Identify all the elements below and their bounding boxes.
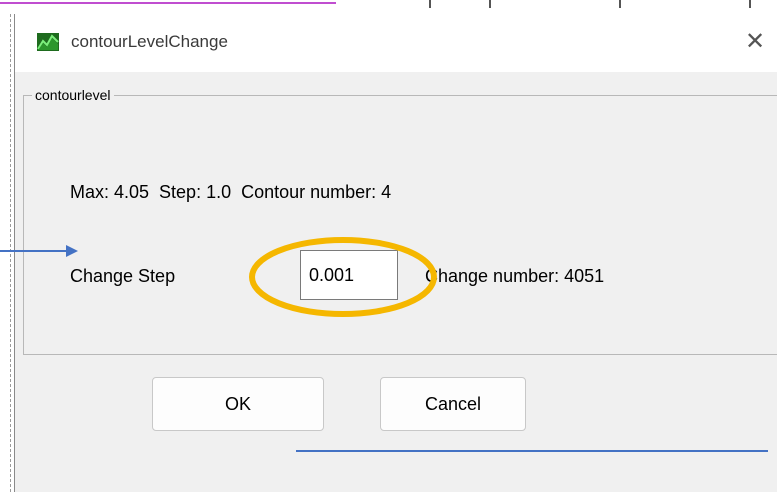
ok-button[interactable]: OK	[152, 377, 324, 431]
change-step-input[interactable]	[300, 250, 398, 300]
change-number-text: Change number: 4051	[425, 266, 605, 286]
background-accent-line	[0, 2, 336, 4]
cancel-button[interactable]: Cancel	[380, 377, 526, 431]
background-left-border	[0, 14, 11, 492]
window-title: contourLevelChange	[71, 32, 228, 51]
close-button[interactable]: ✕	[739, 26, 771, 58]
background-marks	[429, 0, 751, 8]
contourlevel-groupbox	[23, 95, 777, 355]
close-icon: ✕	[744, 28, 766, 55]
groupbox-label: contourlevel	[32, 86, 114, 104]
app-chart-icon	[37, 33, 59, 51]
change-step-label: Change Step	[70, 266, 176, 286]
title-bar[interactable]: contourLevelChange ✕	[15, 14, 777, 72]
screenshot-stage: contourLevelChange ✕ contourlevel Max: 4…	[0, 0, 777, 492]
contour-info-text: Max: 4.05 Step: 1.0 Contour number: 4	[70, 182, 392, 202]
